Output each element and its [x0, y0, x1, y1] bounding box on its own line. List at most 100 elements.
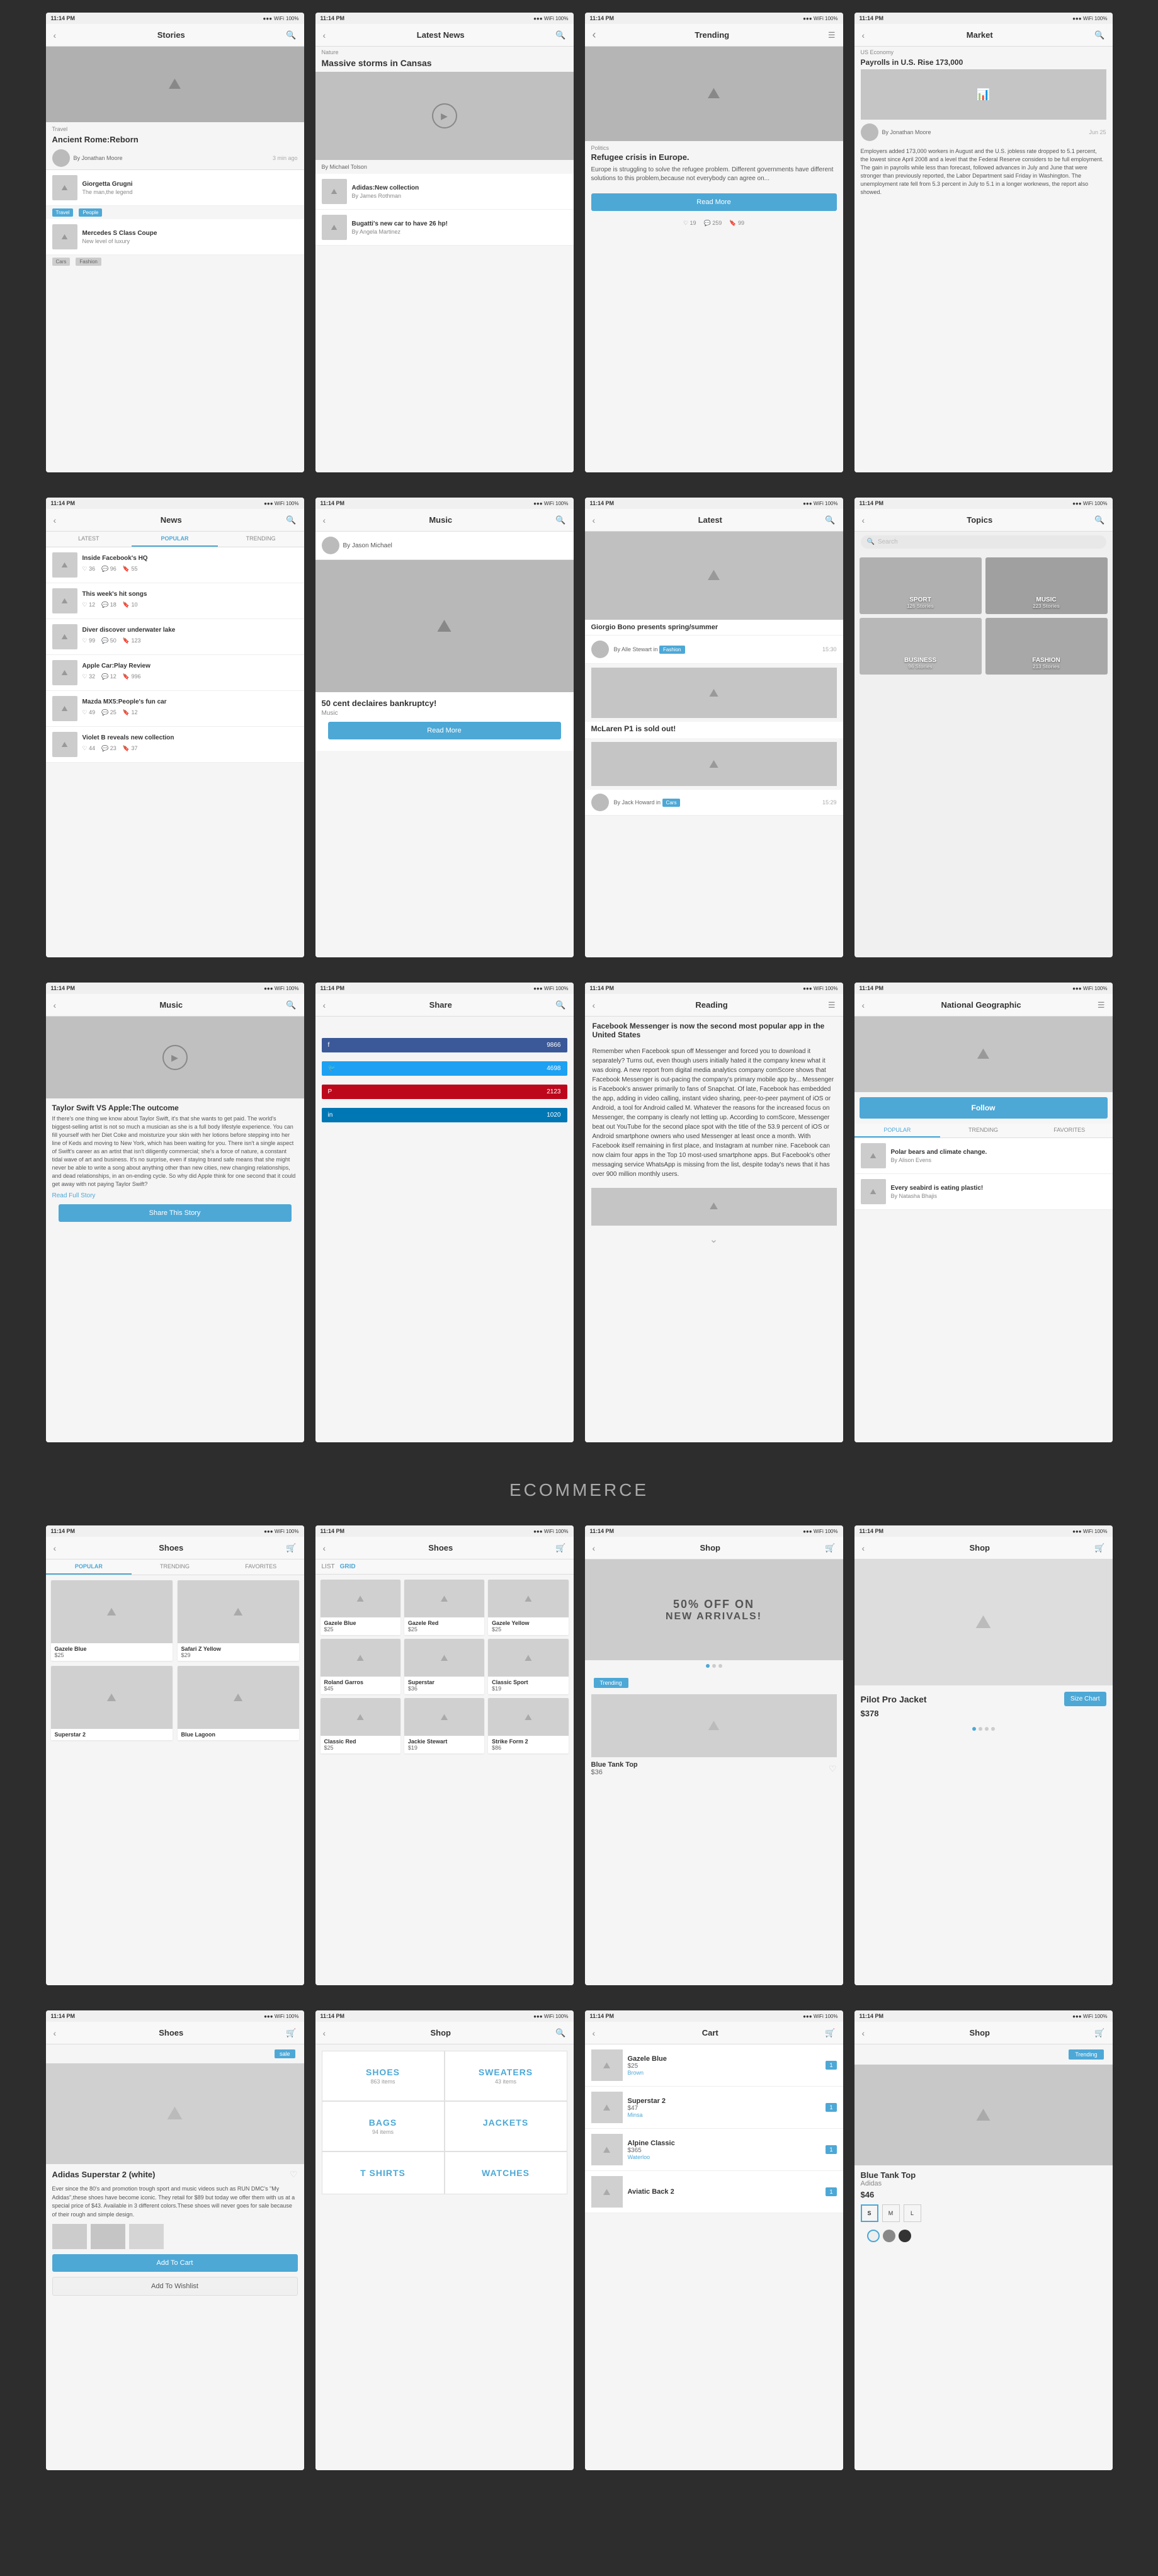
news-item-6[interactable]: ⛰ Violet B reveals new collection ♡ 44💬 …	[46, 727, 304, 763]
cat-bags[interactable]: BAGS 94 items	[322, 2101, 445, 2151]
cart-item-1[interactable]: ⛰ Gazele Blue $25 Brown 1	[585, 2044, 843, 2087]
shoe-4[interactable]: ⛰ Blue Lagoon	[178, 1666, 299, 1740]
play-button[interactable]: ▶	[162, 1045, 188, 1070]
cars-tag[interactable]: Cars	[52, 258, 71, 266]
thumb-mid[interactable]	[91, 2224, 125, 2249]
ng-article-1[interactable]: ⛰ Polar bears and climate change. By Ali…	[854, 1138, 1113, 1174]
size-m[interactable]: M	[882, 2204, 900, 2222]
dot-3[interactable]	[718, 1664, 722, 1668]
tab-popular[interactable]: POPULAR	[46, 1559, 132, 1575]
music-play-area[interactable]: ▶	[46, 1017, 304, 1098]
cart-item-3[interactable]: ⛰ Alpine Classic $365 Waterloo 1	[585, 2129, 843, 2171]
color-dot-3[interactable]	[985, 1727, 989, 1731]
search-icon[interactable]: 🔍	[825, 515, 835, 525]
shoe-3[interactable]: ⛰ Superstar 2	[51, 1666, 173, 1740]
shoe-1[interactable]: ⛰ Gazele Blue $25	[51, 1580, 173, 1661]
product-5[interactable]: ⛰ Superstar $36	[404, 1639, 484, 1694]
cart-icon[interactable]: 🛒	[1094, 1543, 1104, 1553]
twitter-share-button[interactable]: 🐦 4698	[322, 1061, 567, 1076]
story-item-2[interactable]: ⛰ Mercedes S Class Coupe New level of lu…	[46, 219, 304, 255]
news-item-4[interactable]: ⛰ Apple Car:Play Review ♡ 32💬 12🔖 996	[46, 655, 304, 691]
news-item-2[interactable]: ⛰ This week's hit songs ♡ 12💬 18🔖 10	[46, 583, 304, 619]
search-icon[interactable]: 🔍	[555, 515, 565, 525]
cat-sweaters[interactable]: SWEATERS 43 items	[445, 2051, 567, 2101]
search-icon[interactable]: 🔍	[555, 30, 565, 40]
topic-business[interactable]: BUSINESS 96 Stories	[860, 618, 982, 675]
size-chart-button[interactable]: Size Chart	[1064, 1692, 1106, 1706]
topic-fashion[interactable]: FASHION 213 Stories	[985, 618, 1108, 675]
cart-icon[interactable]: 🛒	[286, 1543, 296, 1553]
color-swatch-gray[interactable]	[883, 2230, 895, 2242]
cat-jackets[interactable]: JACKETS	[445, 2101, 567, 2151]
article-2-tag[interactable]: Fashion	[659, 646, 684, 654]
size-l[interactable]: L	[904, 2204, 921, 2222]
cart-icon[interactable]: 🛒	[825, 2028, 835, 2038]
product-4[interactable]: ⛰ Roland Garros $45	[321, 1639, 400, 1694]
topic-sport[interactable]: SPORT 126 Stories	[860, 557, 982, 614]
cat-tshirts[interactable]: T SHIRTS	[322, 2151, 445, 2194]
dot-2[interactable]	[712, 1664, 716, 1668]
cart-icon[interactable]: 🛒	[286, 2028, 296, 2038]
product-3[interactable]: ⛰ Gazele Yellow $25	[488, 1580, 568, 1635]
read-more-button[interactable]: Read More	[591, 193, 837, 211]
news-item-1[interactable]: ⛰ Inside Facebook's HQ ♡ 36💬 96🔖 55	[46, 547, 304, 583]
color-swatch-dark[interactable]	[899, 2230, 911, 2242]
wishlist-icon[interactable]: ♡	[829, 1764, 837, 1774]
tab-trending[interactable]: TRENDING	[940, 1124, 1026, 1137]
news-item-5[interactable]: ⛰ Mazda MX5:People's fun car ♡ 49💬 25🔖 1…	[46, 691, 304, 727]
fashion-tag[interactable]: Fashion	[76, 258, 101, 266]
article-item-1[interactable]: ⛰ Adidas:New collection By James Rothman	[315, 174, 574, 210]
color-swatch-white[interactable]	[867, 2230, 880, 2242]
people-tag[interactable]: People	[79, 208, 102, 217]
ng-article-2[interactable]: ⛰ Every seabird is eating plastic! By Na…	[854, 1174, 1113, 1210]
product-7[interactable]: ⛰ Classic Red $25	[321, 1698, 400, 1753]
search-icon[interactable]: 🔍	[286, 515, 296, 525]
cat-shoes[interactable]: SHOES 863 items	[322, 2051, 445, 2101]
tab-trending[interactable]: TRENDING	[132, 1559, 218, 1575]
pinterest-share-button[interactable]: P 2123	[322, 1085, 567, 1099]
travel-tag[interactable]: Travel	[52, 208, 74, 217]
share-story-button[interactable]: Share This Story	[59, 1204, 292, 1222]
video-placeholder[interactable]: ▶	[315, 72, 574, 160]
list-view-toggle[interactable]: LIST	[322, 1563, 335, 1570]
linkedin-share-button[interactable]: in 1020	[322, 1108, 567, 1122]
color-dot-2[interactable]	[979, 1727, 982, 1731]
menu-icon[interactable]: ☰	[828, 30, 836, 40]
read-more-button[interactable]: Read More	[328, 722, 561, 739]
search-icon[interactable]: 🔍	[1094, 515, 1104, 525]
search-icon[interactable]: 🔍	[286, 1000, 296, 1010]
menu-icon[interactable]: ☰	[1098, 1000, 1105, 1010]
read-full-story-link[interactable]: Read Full Story	[52, 1192, 298, 1199]
play-button[interactable]: ▶	[432, 103, 457, 128]
wishlist-heart[interactable]: ♡	[290, 2169, 298, 2180]
cart-item-2[interactable]: ⛰ Superstar 2 $47 Minsa 1	[585, 2087, 843, 2129]
product-2[interactable]: ⛰ Gazele Red $25	[404, 1580, 484, 1635]
tab-favorites[interactable]: FAVORITES	[218, 1559, 304, 1575]
grid-view-toggle[interactable]: GRID	[340, 1563, 356, 1570]
article-3-tag[interactable]: Cars	[662, 799, 681, 807]
color-dot-4[interactable]	[991, 1727, 995, 1731]
facebook-share-button[interactable]: f 9866	[322, 1038, 567, 1052]
cart-item-4[interactable]: ⛰ Aviatic Back 2 1	[585, 2171, 843, 2213]
search-icon[interactable]: 🔍	[286, 30, 296, 40]
product-9[interactable]: ⛰ Strike Form 2 $86	[488, 1698, 568, 1753]
news-item-3[interactable]: ⛰ Diver discover underwater lake ♡ 99💬 5…	[46, 619, 304, 655]
product-1[interactable]: ⛰ Gazele Blue $25	[321, 1580, 400, 1635]
search-icon[interactable]: 🔍	[555, 1000, 565, 1010]
search-icon[interactable]: 🔍	[555, 2028, 565, 2038]
size-s[interactable]: S	[861, 2204, 878, 2222]
thumb-right[interactable]	[129, 2224, 164, 2249]
search-icon[interactable]: 🔍	[1094, 30, 1104, 40]
add-to-cart-button[interactable]: Add To Cart	[52, 2254, 298, 2272]
topic-music[interactable]: MUSIC 223 Stories	[985, 557, 1108, 614]
shoe-2[interactable]: ⛰ Safari Z Yellow $29	[178, 1580, 299, 1661]
cat-watches[interactable]: WATCHES	[445, 2151, 567, 2194]
article-3-row[interactable]: By Jack Howard in Cars 15:29	[585, 790, 843, 816]
back-button[interactable]: ‹	[323, 30, 326, 40]
thumb-left[interactable]	[52, 2224, 87, 2249]
menu-icon[interactable]: ☰	[828, 1000, 836, 1010]
story-item-1[interactable]: ⛰ Giorgetta Grugni The man,the legend	[46, 170, 304, 206]
cart-icon[interactable]: 🛒	[825, 1543, 835, 1553]
tab-favorites[interactable]: FAVORITES	[1026, 1124, 1113, 1137]
article-2-row[interactable]: By Alle Stewart in Fashion 15:30	[585, 635, 843, 664]
